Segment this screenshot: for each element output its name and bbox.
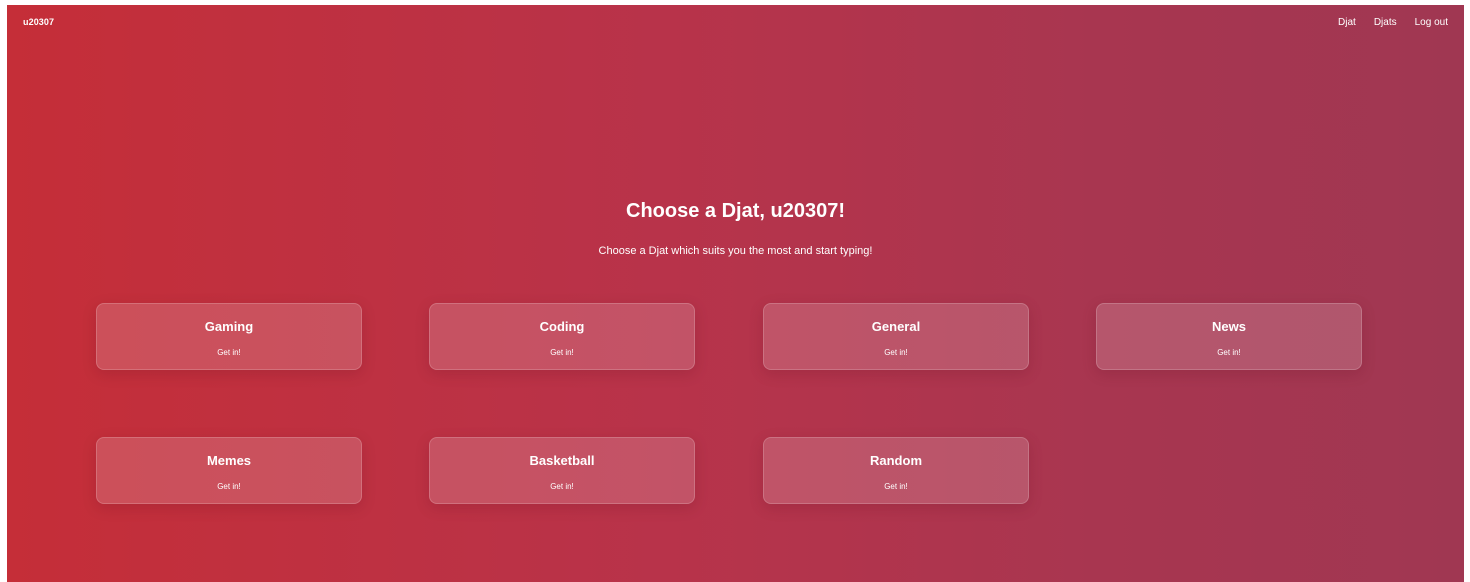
card-get-in-link[interactable]: Get in! [1097,348,1361,357]
brand-username[interactable]: u20307 [23,17,54,27]
nav-link-djat[interactable]: Djat [1338,17,1356,28]
card-get-in-link[interactable]: Get in! [764,348,1028,357]
card-get-in-link[interactable]: Get in! [430,348,694,357]
card-get-in-link[interactable]: Get in! [430,482,694,491]
card-title: General [871,319,921,334]
djat-card-memes[interactable]: Memes Get in! [96,437,362,504]
djat-card-general[interactable]: General Get in! [763,303,1029,370]
djat-card-gaming[interactable]: Gaming Get in! [96,303,362,370]
nav-link-logout[interactable]: Log out [1415,17,1448,28]
card-title: Random [870,453,922,468]
card-title: Gaming [204,319,254,334]
djat-card-basketball[interactable]: Basketball Get in! [429,437,695,504]
page-subtitle: Choose a Djat which suits you the most a… [598,245,873,257]
card-get-in-link[interactable]: Get in! [97,348,361,357]
card-get-in-link[interactable]: Get in! [97,482,361,491]
card-title: News [1212,319,1246,334]
nav-link-djats[interactable]: Djats [1374,17,1397,28]
djat-card-coding[interactable]: Coding Get in! [429,303,695,370]
page-background: u20307 Djat Djats Log out Choose a Djat,… [7,5,1464,582]
card-title: Coding [539,319,585,334]
djat-card-news[interactable]: News Get in! [1096,303,1362,370]
djat-card-random[interactable]: Random Get in! [763,437,1029,504]
top-nav: Djat Djats Log out [1338,17,1448,28]
card-title: Memes [206,453,252,468]
card-title: Basketball [529,453,595,468]
page-title: Choose a Djat, u20307! [626,200,845,222]
card-get-in-link[interactable]: Get in! [764,482,1028,491]
